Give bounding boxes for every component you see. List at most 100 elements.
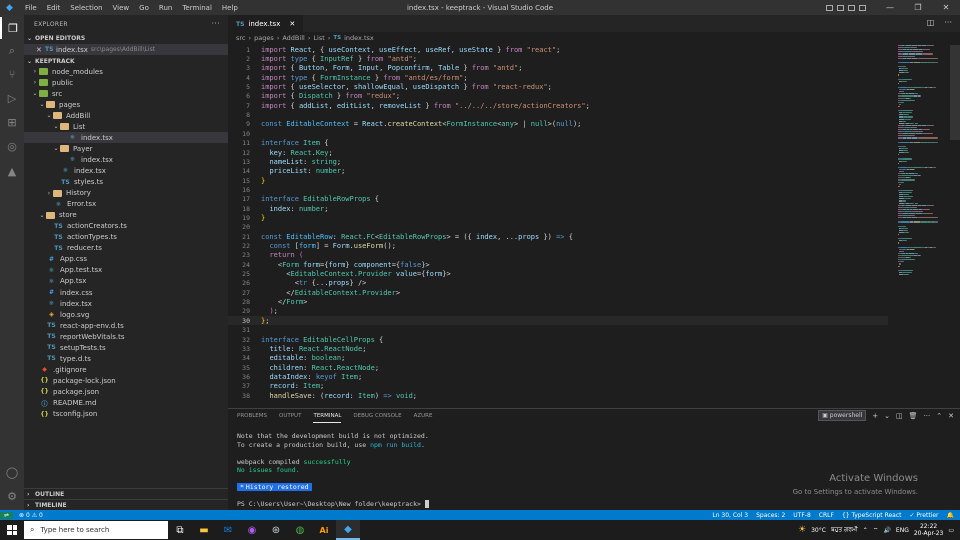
encoding[interactable]: UTF-8 xyxy=(793,512,811,519)
tree-folder[interactable]: ⌄ AddBill xyxy=(24,110,228,121)
chrome-icon[interactable]: ◍ xyxy=(288,520,312,540)
tree-folder[interactable]: ⌄ Payer xyxy=(24,143,228,154)
terminal-prompt[interactable]: PS C:\Users\User~\Desktop\New folder\kee… xyxy=(237,500,429,508)
minimize-button[interactable]: — xyxy=(876,3,904,12)
close-icon[interactable]: ✕ xyxy=(36,46,45,54)
tree-file[interactable]: ⚛ App.test.tsx xyxy=(24,265,228,276)
code-line[interactable]: 6 import { Dispatch } from "redux"; xyxy=(228,92,400,101)
code-line[interactable]: 25 <EditableContext.Provider value={form… xyxy=(228,269,451,278)
code-line[interactable]: 2 import type { InputRef } from "antd"; xyxy=(228,54,417,63)
code-line[interactable]: 5 import { useSelector, shallowEqual, use… xyxy=(228,82,552,91)
explorer-icon[interactable]: ❐ xyxy=(0,17,24,39)
code-line[interactable]: 10 xyxy=(228,129,261,138)
tree-file[interactable]: TS reducer.ts xyxy=(24,243,228,254)
indentation[interactable]: Spaces: 2 xyxy=(756,512,785,519)
more-actions-icon[interactable]: ··· xyxy=(944,18,952,27)
menu-go[interactable]: Go xyxy=(134,4,154,12)
code-line[interactable]: 16 xyxy=(228,185,261,194)
code-line[interactable]: 30}; xyxy=(228,316,888,326)
timeline-section[interactable]: › TIMELINE xyxy=(24,499,228,510)
tree-file[interactable]: # App.css xyxy=(24,254,228,265)
tree-file[interactable]: TS reportWebVitals.ts xyxy=(24,331,228,342)
code-line[interactable]: 8 xyxy=(228,110,261,119)
breadcrumb-item[interactable]: index.tsx xyxy=(344,34,374,42)
code-line[interactable]: 12 key: React.Key; xyxy=(228,148,333,157)
code-line[interactable]: 35 children: React.ReactNode; xyxy=(228,363,379,372)
more-actions-icon[interactable]: ··· xyxy=(924,412,931,420)
weather-desc[interactable]: ਬਹੁਤ ਗਰਮੀ xyxy=(831,526,858,534)
breadcrumb-item[interactable]: src xyxy=(236,34,246,42)
azure-icon[interactable]: ▲ xyxy=(0,160,24,182)
terminal-shell-selector[interactable]: ▣ powershell xyxy=(818,410,867,421)
tree-folder[interactable]: ⌄ store xyxy=(24,210,228,221)
remote-explorer-icon[interactable]: ◎ xyxy=(0,135,24,157)
code-line[interactable]: 17 interface EditableRowProps { xyxy=(228,195,379,204)
panel-tab-output[interactable]: OUTPUT xyxy=(279,409,301,423)
menu-run[interactable]: Run xyxy=(154,4,177,12)
tree-file[interactable]: ⚛ index.tsx xyxy=(24,154,228,165)
code-line[interactable]: 34 editable: boolean; xyxy=(228,354,345,363)
close-window-button[interactable]: ✕ xyxy=(932,3,960,12)
scroll-thumb[interactable] xyxy=(950,45,960,140)
code-line[interactable]: 29 ); xyxy=(228,307,278,316)
code-line[interactable]: 31 xyxy=(228,326,261,335)
cursor-position[interactable]: Ln 30, Col 3 xyxy=(712,512,748,519)
panel-tab-problems[interactable]: PROBLEMS xyxy=(237,409,267,423)
tree-folder[interactable]: › public xyxy=(24,77,228,88)
code-line[interactable]: 15} xyxy=(228,176,265,185)
minimap[interactable] xyxy=(898,45,950,276)
tree-folder[interactable]: ⌄ pages xyxy=(24,99,228,110)
code-line[interactable]: 13 nameList: string; xyxy=(228,157,341,166)
steam-icon[interactable]: ⊛ xyxy=(264,520,288,540)
weather-temp[interactable]: 30°C xyxy=(811,527,826,534)
code-editor[interactable]: 1 import React, { useContext, useEffect, … xyxy=(228,45,960,408)
terminal-output[interactable]: Note that the development build is not o… xyxy=(228,423,960,511)
language-mode[interactable]: {} TypeScript React xyxy=(842,512,902,519)
chevron-down-icon[interactable]: ⌄ xyxy=(884,412,890,420)
code-line[interactable]: 24 <Form form={form} component={false}> xyxy=(228,260,429,269)
panel-tab-terminal[interactable]: TERMINAL xyxy=(313,409,342,423)
code-line[interactable]: 33 title: React.ReactNode; xyxy=(228,344,366,353)
tree-file[interactable]: ⓘ README.md xyxy=(24,398,228,409)
maximize-panel-icon[interactable]: ⌃ xyxy=(936,412,942,420)
menu-terminal[interactable]: Terminal xyxy=(177,4,217,12)
code-line[interactable]: 23 return ( xyxy=(228,251,303,260)
outline-section[interactable]: › OUTLINE xyxy=(24,488,228,499)
new-terminal-icon[interactable]: + xyxy=(872,412,878,420)
tree-file[interactable]: ⚛ index.tsx xyxy=(24,298,228,309)
code-line[interactable]: 20 xyxy=(228,223,261,232)
weather-icon[interactable]: ☀ xyxy=(798,525,806,535)
menu-view[interactable]: View xyxy=(108,4,135,12)
code-line[interactable]: 18 index: number; xyxy=(228,204,328,213)
tree-file[interactable]: TS react-app-env.d.ts xyxy=(24,320,228,331)
panel-tab-azure[interactable]: AZURE xyxy=(414,409,433,423)
illustrator-icon[interactable]: Ai xyxy=(312,520,336,540)
vscode-taskbar-icon[interactable]: ◆ xyxy=(336,520,360,540)
code-line[interactable]: 4 import type { FormInstance } from "antd… xyxy=(228,73,468,82)
tree-folder[interactable]: › History xyxy=(24,188,228,199)
close-panel-icon[interactable]: ✕ xyxy=(948,412,954,420)
tree-folder[interactable]: ⌄ List xyxy=(24,121,228,132)
toggle-sidebar-icon[interactable] xyxy=(826,4,833,11)
code-line[interactable]: 7 import { addList, editList, removeList … xyxy=(228,101,590,110)
run-debug-icon[interactable]: ▷ xyxy=(0,87,24,109)
open-editor-item[interactable]: ✕ TS index.tsx src\pages\AddBill\List xyxy=(24,44,228,55)
settings-gear-icon[interactable]: ⚙ xyxy=(0,485,24,507)
tree-file[interactable]: {} package-lock.json xyxy=(24,375,228,386)
network-icon[interactable]: ⌔ xyxy=(873,526,879,534)
customize-layout-icon[interactable] xyxy=(859,4,866,11)
file-explorer-icon[interactable]: ▬ xyxy=(192,520,216,540)
tree-file[interactable]: TS styles.ts xyxy=(24,177,228,188)
tree-file[interactable]: {} tsconfig.json xyxy=(24,409,228,420)
menu-help[interactable]: Help xyxy=(217,4,243,12)
tree-file[interactable]: TS actionCreators.ts xyxy=(24,221,228,232)
more-actions-icon[interactable]: ··· xyxy=(211,19,220,28)
tree-folder[interactable]: › node_modules xyxy=(24,66,228,77)
code-line[interactable]: 22 const [form] = Form.useForm(); xyxy=(228,241,396,250)
start-button[interactable] xyxy=(0,520,24,540)
code-line[interactable]: 19} xyxy=(228,213,265,222)
code-line[interactable]: 14 priceList: number; xyxy=(228,167,345,176)
extensions-icon[interactable]: ⊞ xyxy=(0,111,24,133)
mail-icon[interactable]: ✉ xyxy=(216,520,240,540)
code-line[interactable]: 38 handleSave: (record: Item) => void; xyxy=(228,391,417,400)
